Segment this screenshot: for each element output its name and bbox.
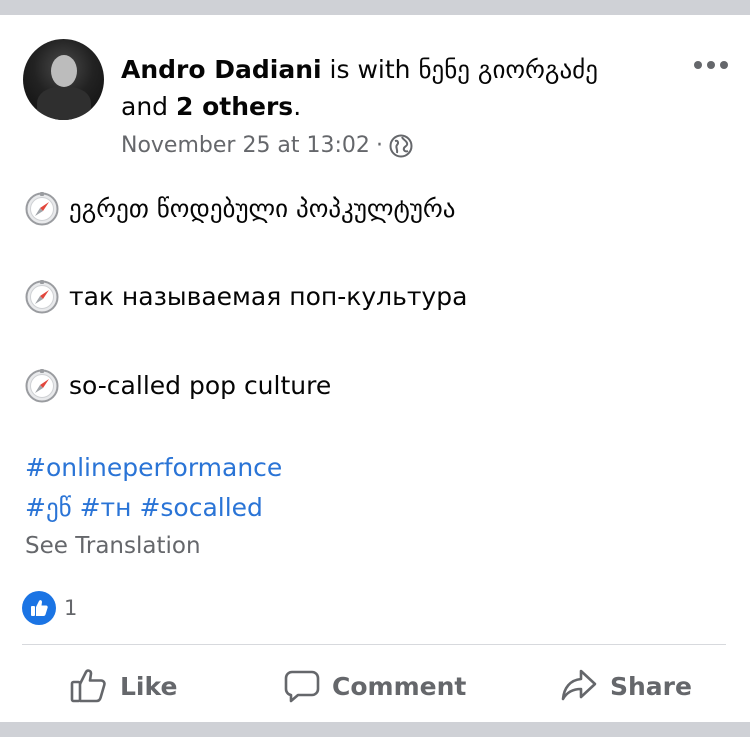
post-text-line: so-called pop culture [25, 369, 331, 403]
post-header: Andro Dadiani is with ნენე გიორგაძე [121, 53, 598, 87]
post-text-line: ეგრეთ წოდებული პოპკულტურა [25, 192, 456, 226]
author-name[interactable]: Andro Dadiani [121, 55, 322, 84]
like-label: Like [120, 671, 178, 701]
like-button[interactable]: Like [70, 665, 177, 707]
post-line-english: so-called pop culture [69, 371, 332, 400]
hashtag-link[interactable]: #socalled [139, 493, 262, 522]
comment-button[interactable]: Comment [284, 665, 466, 707]
hashtag-line: #onlineperformance [25, 451, 290, 485]
timestamp[interactable]: November 25 at 13:02 [121, 131, 370, 161]
hashtag-line: #ეწ #тн #socalled [25, 491, 271, 525]
hashtag-link[interactable]: #onlineperformance [25, 453, 282, 482]
post-line-georgian: ეგრეთ წოდებული პოპკულტურა [69, 194, 456, 223]
compass-icon [25, 192, 59, 226]
post-line-russian: так называемая поп-культура [69, 282, 468, 311]
divider [22, 644, 726, 645]
compass-icon [25, 369, 59, 403]
and-text: and [121, 92, 169, 121]
post-header-continued: and 2 others. [121, 90, 301, 124]
comment-icon [284, 670, 320, 703]
post-meta: November 25 at 13:02 · [121, 131, 413, 161]
with-text: is with [329, 55, 411, 84]
separator: · [375, 133, 383, 158]
hashtag-link[interactable]: #тн [80, 493, 132, 522]
share-icon [561, 669, 597, 701]
reactions-summary[interactable]: 1 [22, 591, 77, 625]
avatar[interactable] [23, 39, 104, 120]
post-text-line: так называемая поп-культура [25, 280, 467, 314]
see-translation-link[interactable]: See Translation [25, 530, 201, 562]
post-card: Andro Dadiani is with ნენე გიორგაძე and … [0, 15, 750, 722]
hashtag-link[interactable]: #ეწ [25, 493, 72, 522]
globe-icon [389, 134, 413, 158]
tagged-person[interactable]: ნენე გიორგაძე [418, 55, 597, 84]
like-icon [70, 669, 106, 703]
comment-label: Comment [332, 671, 467, 701]
like-reaction-icon [22, 591, 56, 625]
period: . [293, 92, 302, 121]
more-options-icon[interactable] [693, 55, 729, 69]
share-label: Share [610, 671, 692, 701]
reaction-count: 1 [64, 596, 78, 620]
compass-icon [25, 280, 59, 314]
others-link[interactable]: 2 others [176, 92, 293, 121]
share-button[interactable]: Share [560, 665, 692, 707]
